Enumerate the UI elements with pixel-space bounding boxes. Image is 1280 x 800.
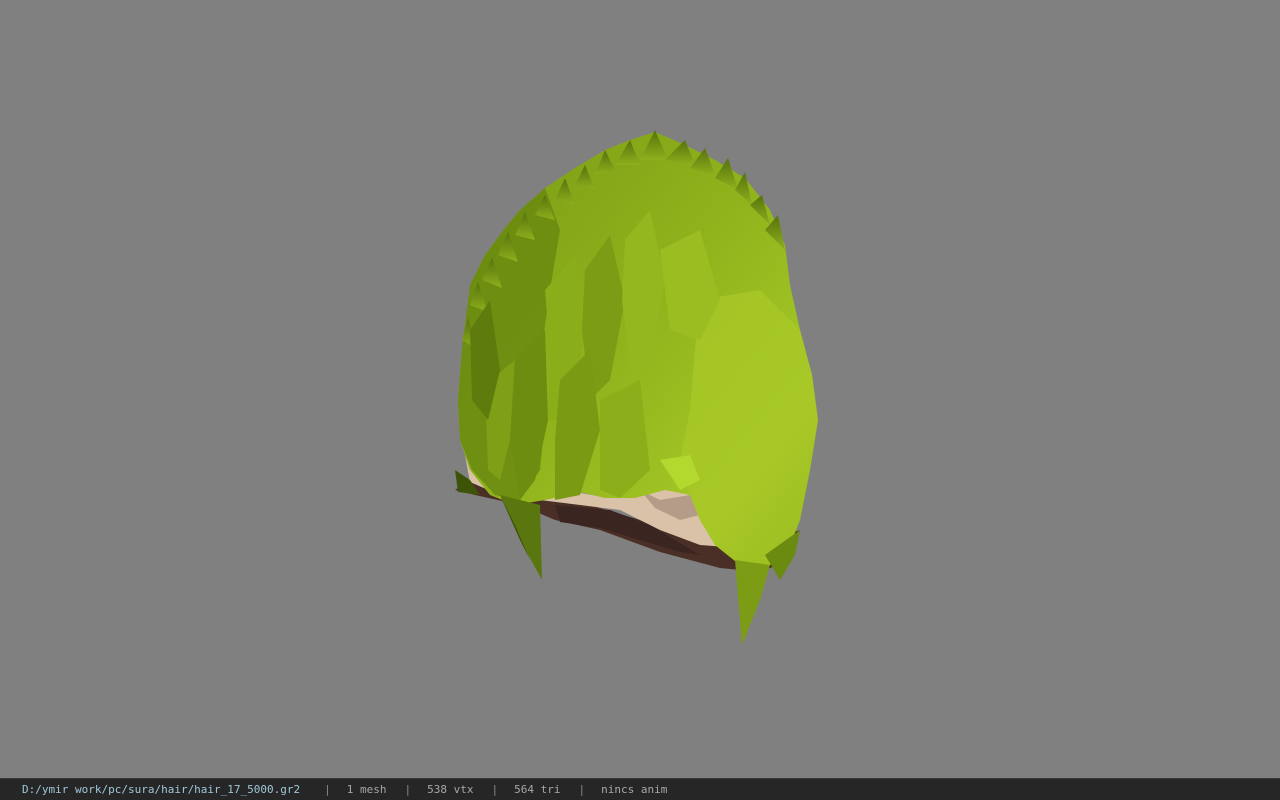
status-separator: | xyxy=(578,783,586,796)
triangle-count-label: 564 tri xyxy=(514,783,561,796)
animation-status-label: nincs anim xyxy=(601,783,668,796)
status-separator: | xyxy=(491,783,499,796)
status-separator: | xyxy=(404,783,412,796)
hair-model xyxy=(455,130,818,645)
vertex-count-label: 538 vtx xyxy=(427,783,474,796)
status-separator: | xyxy=(324,783,331,796)
status-bar: D:/ymir work/pc/sura/hair/hair_17_5000.g… xyxy=(0,778,1280,800)
file-path-label: D:/ymir work/pc/sura/hair/hair_17_5000.g… xyxy=(22,783,301,796)
mesh-count-label: 1 mesh xyxy=(346,783,387,796)
3d-viewport[interactable] xyxy=(0,0,1280,778)
